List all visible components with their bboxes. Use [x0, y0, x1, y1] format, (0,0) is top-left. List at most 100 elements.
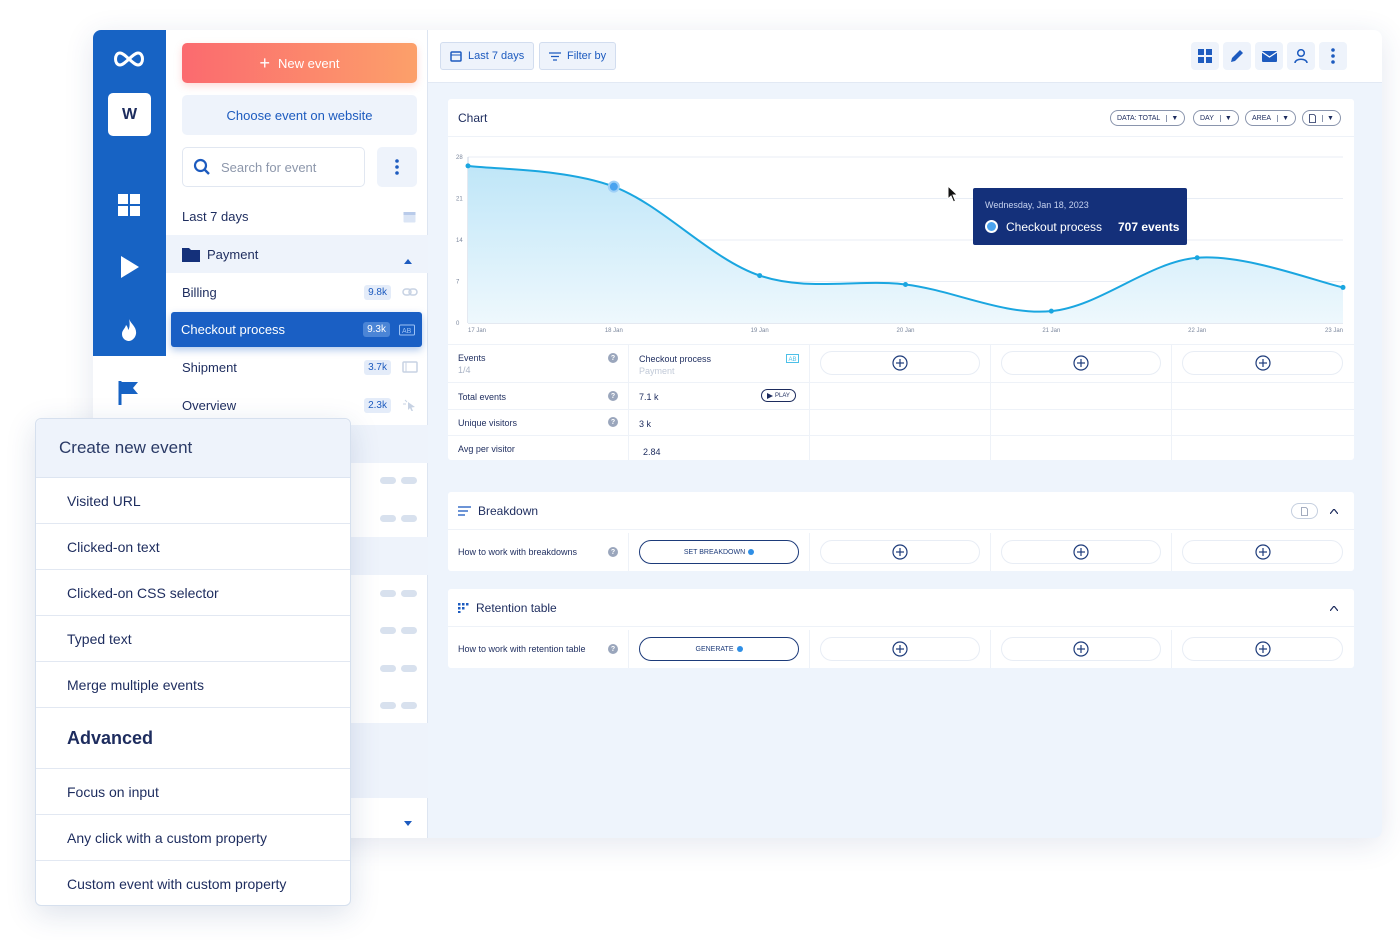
popup-item-visited-url[interactable]: Visited URL — [36, 478, 350, 524]
date-range-row[interactable]: Last 7 days — [166, 197, 428, 235]
add-retention-button[interactable] — [1182, 637, 1343, 661]
help-icon[interactable]: ? — [608, 391, 618, 401]
add-retention-button[interactable] — [1001, 637, 1161, 661]
play-icon — [767, 392, 773, 399]
total-events-label: Total events — [458, 392, 507, 402]
unique-visitors-value: 3 k — [639, 419, 652, 429]
breakdown-export-button[interactable] — [1291, 503, 1318, 519]
events-label: Events — [458, 353, 486, 363]
envelope-icon — [1261, 50, 1277, 62]
play-recordings-icon[interactable] — [117, 255, 141, 279]
add-to-dashboard-button[interactable] — [1191, 42, 1219, 70]
event-column-cell[interactable]: Checkout process Payment AB — [629, 345, 810, 382]
popup-item-custom-event[interactable]: Custom event with custom property — [36, 861, 350, 907]
panel-menu-button[interactable] — [377, 147, 417, 187]
document-icon — [1309, 113, 1316, 123]
date-range-button[interactable]: Last 7 days — [440, 42, 535, 70]
tooltip-series-dot — [985, 220, 998, 233]
icon-rail: W — [93, 30, 166, 356]
metrics-avg-row: Avg per visitor 2.84 — [448, 435, 1354, 460]
events-count-sub: 1/4 — [458, 365, 471, 375]
breakdown-label-cell: How to work with breakdowns ? — [448, 533, 629, 571]
email-report-button[interactable] — [1255, 42, 1283, 70]
workspace-avatar[interactable]: W — [108, 93, 151, 136]
breakdown-row: How to work with breakdowns ? SET BREAKD… — [448, 533, 1354, 571]
breakdown-header[interactable]: Breakdown — [448, 492, 1354, 530]
dashboard-icon[interactable] — [117, 193, 141, 217]
heatmap-flame-icon[interactable] — [117, 318, 141, 342]
chevron-up-icon[interactable] — [404, 259, 412, 264]
help-icon[interactable]: ? — [608, 547, 618, 557]
placeholder-pill — [380, 665, 396, 672]
dropdown-label: AREA — [1252, 114, 1272, 122]
pencil-icon — [1231, 50, 1243, 62]
x-tick-label: 23 Jan — [1325, 328, 1343, 334]
help-icon[interactable]: ? — [608, 644, 618, 654]
search-input[interactable]: Search for event — [182, 147, 365, 187]
folder-icon — [182, 247, 200, 262]
event-item-billing[interactable]: Billing 9.8k — [166, 273, 428, 311]
chevron-up-icon[interactable] — [1330, 509, 1338, 514]
help-icon[interactable]: ? — [608, 353, 618, 363]
help-icon[interactable]: ? — [608, 417, 618, 427]
chevron-down-icon: ▼ — [1219, 114, 1232, 122]
y-tick-label: 7 — [456, 280, 460, 286]
placeholder-pill — [380, 477, 396, 484]
tooltip-date: Wednesday, Jan 18, 2023 — [985, 200, 1089, 210]
empty-event-slot — [810, 345, 991, 382]
infinity-logo-icon[interactable] — [111, 48, 147, 70]
edit-button[interactable] — [1223, 42, 1251, 70]
export-dropdown[interactable]: ▼ — [1302, 110, 1341, 126]
unique-visitors-label: Unique visitors — [458, 418, 518, 428]
share-user-button[interactable] — [1287, 42, 1315, 70]
retention-header[interactable]: Retention table — [448, 589, 1354, 627]
set-breakdown-label: SET BREAKDOWN — [683, 548, 746, 556]
create-event-popup: Create new event Visited URL Clicked-on … — [35, 418, 351, 906]
add-retention-button[interactable] — [820, 637, 980, 661]
plus-icon: + — [259, 53, 271, 73]
filter-button[interactable]: Filter by — [539, 42, 617, 70]
add-breakdown-button[interactable] — [1182, 540, 1343, 564]
popup-item-clicked-text[interactable]: Clicked-on text — [36, 524, 350, 570]
y-tick-label: 14 — [456, 238, 463, 244]
popup-item-typed-text[interactable]: Typed text — [36, 616, 350, 662]
popup-item-css-selector[interactable]: Clicked-on CSS selector — [36, 570, 350, 616]
x-tick-label: 21 Jan — [1042, 328, 1060, 334]
data-point — [903, 281, 908, 287]
folder-payment[interactable]: Payment — [166, 235, 428, 273]
event-label: Checkout process — [181, 322, 286, 337]
chevron-up-icon[interactable] — [1330, 606, 1338, 611]
avg-per-visitor-label: Avg per visitor — [458, 444, 515, 454]
chart-card-title: Chart — [458, 110, 488, 125]
add-breakdown-button[interactable] — [1001, 540, 1161, 564]
document-icon — [1301, 506, 1308, 516]
add-breakdown-button[interactable] — [820, 540, 980, 564]
retention-grid-icon — [458, 602, 469, 613]
data-total-dropdown[interactable]: DATA: TOTAL ▼ — [1110, 110, 1186, 126]
add-event-button[interactable] — [1001, 351, 1161, 375]
empty-cell — [810, 410, 991, 435]
more-options-button[interactable] — [1319, 42, 1347, 70]
popup-item-focus-input[interactable]: Focus on input — [36, 769, 350, 815]
plus-circle-icon — [1254, 641, 1271, 657]
chevron-down-icon[interactable] — [404, 821, 412, 826]
add-event-button[interactable] — [820, 351, 980, 375]
day-dropdown[interactable]: DAY ▼ — [1193, 110, 1239, 126]
unique-value-cell: 3 k — [629, 410, 810, 435]
area-dropdown[interactable]: AREA ▼ — [1245, 110, 1296, 126]
choose-event-button[interactable]: Choose event on website — [182, 95, 417, 135]
events-flag-icon[interactable] — [117, 380, 141, 406]
filter-lines-icon — [549, 51, 561, 61]
data-point — [757, 273, 763, 279]
popup-item-custom-click[interactable]: Any click with a custom property — [36, 815, 350, 861]
add-event-button[interactable] — [1182, 351, 1343, 375]
event-item-checkout[interactable]: Checkout process 9.3k AB — [171, 312, 422, 347]
play-button[interactable]: PLAY — [761, 389, 796, 402]
avg-value-cell: 2.84 — [629, 436, 810, 460]
popup-item-merge-events[interactable]: Merge multiple events — [36, 662, 350, 708]
set-breakdown-button[interactable]: SET BREAKDOWN — [639, 540, 799, 564]
events-area-chart[interactable]: 28 21 14 7 0 17 Jan 18 Jan 19 Jan 20 Jan 21 Jan 22… — [448, 137, 1353, 344]
new-event-button[interactable]: + New event — [182, 43, 417, 83]
event-item-shipment[interactable]: Shipment 3.7k — [166, 348, 428, 386]
generate-button[interactable]: GENERATE — [639, 637, 799, 661]
